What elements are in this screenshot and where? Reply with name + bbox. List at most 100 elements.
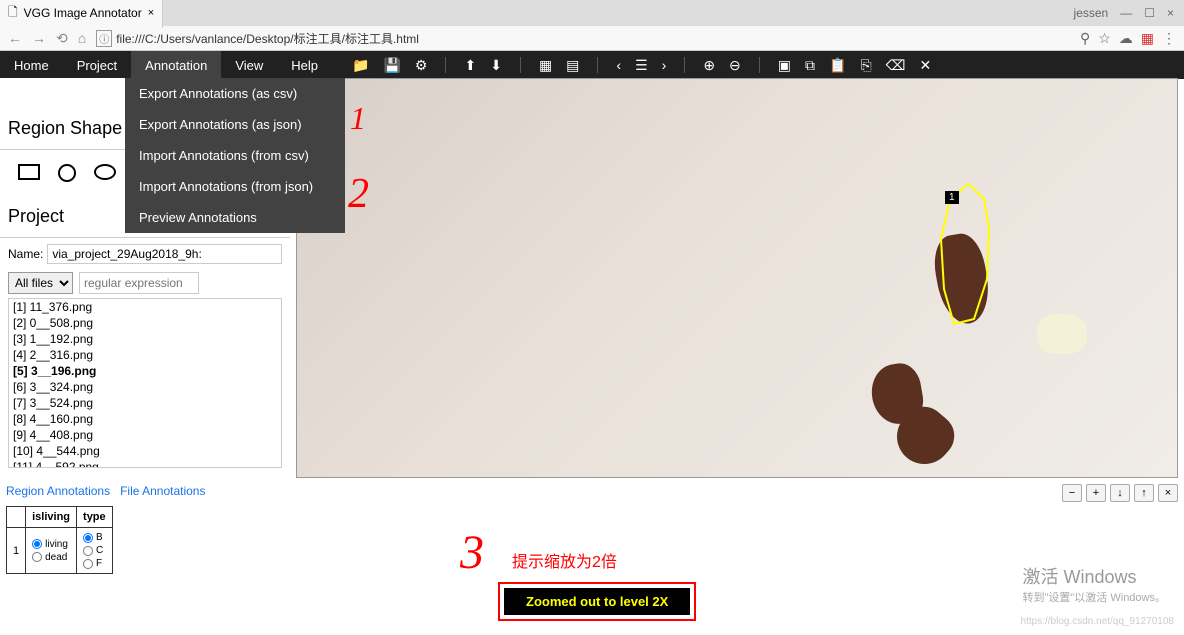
home-icon[interactable]: ⌂ — [78, 30, 86, 46]
export-csv[interactable]: Export Annotations (as csv) — [125, 78, 345, 109]
radio-b[interactable] — [83, 533, 93, 543]
annotation-dropdown: Export Annotations (as csv) Export Annot… — [125, 78, 345, 233]
project-name-input[interactable] — [47, 244, 282, 264]
import-csv[interactable]: Import Annotations (from csv) — [125, 140, 345, 171]
image-canvas[interactable]: 1 — [296, 78, 1178, 478]
link-icon[interactable]: ⚲ — [1080, 30, 1090, 47]
browser-tab[interactable]: 🗋 VGG Image Annotator × — [0, 0, 163, 28]
next-icon[interactable]: › — [662, 57, 667, 73]
list-item[interactable]: [4] 2__316.png — [9, 347, 281, 363]
tab-region-annotations[interactable]: Region Annotations — [6, 484, 110, 498]
name-label: Name: — [8, 247, 43, 261]
list-item[interactable]: [9] 4__408.png — [9, 427, 281, 443]
panel-up-button[interactable]: ↑ — [1134, 484, 1154, 502]
save-icon[interactable]: 💾 — [383, 57, 400, 74]
region-polygon[interactable] — [919, 179, 1019, 339]
zoom-out-icon[interactable]: ⊖ — [729, 57, 741, 74]
url-text: file:///C:/Users/vanlance/Desktop/标注工具/标… — [116, 30, 419, 47]
row-id: 1 — [7, 528, 26, 574]
table-row[interactable]: 1 living dead B C F — [7, 528, 113, 574]
app-menubar: Home Project Annotation View Help 📁 💾 ⚙ … — [0, 51, 1184, 79]
list-item[interactable]: [3] 1__192.png — [9, 331, 281, 347]
radio-f[interactable] — [83, 559, 93, 569]
windows-watermark: 激活 Windows 转到"设置"以激活 Windows。 — [1023, 563, 1167, 605]
panel-close-button[interactable]: × — [1158, 484, 1178, 502]
list-item[interactable]: [10] 4__544.png — [9, 443, 281, 459]
export-json[interactable]: Export Annotations (as json) — [125, 109, 345, 140]
tab-bar: 🗋 VGG Image Annotator × jessen — ☐ × — [0, 0, 1184, 26]
cloud-icon[interactable]: ☁ — [1119, 30, 1133, 47]
col-type: type — [77, 507, 113, 528]
menu-icon[interactable]: ⋮ — [1162, 30, 1176, 47]
extension-icon[interactable]: ▦ — [1141, 30, 1154, 47]
list-item[interactable]: [2] 0__508.png — [9, 315, 281, 331]
toolbar: 📁 💾 ⚙ ⬆ ⬇ ▦ ▤ ‹ ☰ › ⊕ ⊖ ▣ ⧉ 📋 ⎘ ⌫ ✕ — [352, 57, 931, 74]
gear-icon[interactable]: ⚙ — [415, 57, 428, 74]
minimize-icon[interactable]: — — [1120, 6, 1132, 20]
circle-shape-icon[interactable] — [58, 164, 76, 182]
paste-icon[interactable]: 📋 — [829, 57, 846, 74]
file-filter-select[interactable]: All files — [8, 272, 73, 294]
panel-minus-button[interactable]: − — [1062, 484, 1082, 502]
menu-annotation[interactable]: Annotation — [131, 51, 221, 79]
window-controls: jessen — ☐ × — [1074, 6, 1174, 20]
csdn-watermark: https://blog.csdn.net/qq_91270108 — [1021, 616, 1174, 627]
panel-plus-button[interactable]: + — [1086, 484, 1106, 502]
import-json[interactable]: Import Annotations (from json) — [125, 171, 345, 202]
info-icon[interactable]: ⓘ — [96, 30, 112, 47]
list-item[interactable]: [6] 3__324.png — [9, 379, 281, 395]
list-item[interactable]: [7] 3__524.png — [9, 395, 281, 411]
panel-buttons: − + ↓ ↑ × — [1062, 484, 1178, 502]
zoom-toast-text: Zoomed out to level 2X — [504, 588, 690, 615]
ellipse-shape-icon[interactable] — [94, 164, 116, 180]
reload-icon[interactable]: ⟲ — [56, 30, 68, 47]
radio-living[interactable] — [32, 539, 42, 549]
upload-icon[interactable]: ⬆ — [464, 57, 476, 74]
list-item[interactable]: [8] 4__160.png — [9, 411, 281, 427]
address-bar: ← → ⟲ ⌂ ⓘ file:///C:/Users/vanlance/Desk… — [0, 26, 1184, 50]
attribute-table: isliving type 1 living dead B C F — [6, 506, 113, 574]
radio-c[interactable] — [83, 546, 93, 556]
download-icon[interactable]: ⬇ — [490, 57, 502, 74]
list-item[interactable]: [1] 11_376.png — [9, 299, 281, 315]
annotate-icon[interactable]: ▤ — [566, 57, 579, 74]
back-icon[interactable]: ← — [8, 30, 22, 46]
menu-home[interactable]: Home — [0, 51, 63, 79]
delete-icon[interactable]: ⌫ — [886, 57, 906, 74]
regex-filter-input[interactable] — [79, 272, 199, 294]
grid-icon[interactable]: ▦ — [539, 57, 552, 74]
browser-chrome: 🗋 VGG Image Annotator × jessen — ☐ × ← →… — [0, 0, 1184, 51]
tab-file-annotations[interactable]: File Annotations — [120, 484, 205, 498]
prev-icon[interactable]: ‹ — [616, 57, 621, 73]
maximize-icon[interactable]: ☐ — [1144, 6, 1155, 20]
folder-icon[interactable]: 📁 — [352, 57, 369, 74]
col-isliving: isliving — [26, 507, 77, 528]
col-id — [7, 507, 26, 528]
url-field[interactable]: ⓘ file:///C:/Users/vanlance/Desktop/标注工具… — [96, 30, 1070, 47]
radio-dead[interactable] — [32, 552, 42, 562]
close-window-icon[interactable]: × — [1167, 6, 1174, 20]
menu-view[interactable]: View — [221, 51, 277, 79]
list-item[interactable]: [11] 4__592.png — [9, 459, 281, 468]
close-icon[interactable]: ✕ — [919, 57, 931, 74]
page-icon: 🗋 — [8, 3, 18, 24]
blob — [1037, 314, 1087, 354]
forward-icon[interactable]: → — [32, 30, 46, 46]
zoom-in-icon[interactable]: ⊕ — [703, 57, 715, 74]
zoom-toast: Zoomed out to level 2X — [498, 582, 696, 621]
copy-icon[interactable]: ⧉ — [805, 57, 815, 74]
menu-help[interactable]: Help — [277, 51, 332, 79]
panel-down-button[interactable]: ↓ — [1110, 484, 1130, 502]
select-all-icon[interactable]: ▣ — [778, 57, 791, 74]
user-name: jessen — [1074, 6, 1109, 20]
bottom-panel: Region Annotations File Annotations − + … — [6, 484, 1178, 574]
file-list[interactable]: [1] 11_376.png[2] 0__508.png[3] 1__192.p… — [8, 298, 282, 468]
paste-region-icon[interactable]: ⎘ — [860, 57, 871, 74]
star-icon[interactable]: ☆ — [1098, 30, 1111, 47]
rect-shape-icon[interactable] — [18, 164, 40, 180]
menu-project[interactable]: Project — [63, 51, 131, 79]
list-item[interactable]: [5] 3__196.png — [9, 363, 281, 379]
close-tab-icon[interactable]: × — [148, 7, 154, 19]
preview[interactable]: Preview Annotations — [125, 202, 345, 233]
list-icon[interactable]: ☰ — [635, 57, 648, 74]
